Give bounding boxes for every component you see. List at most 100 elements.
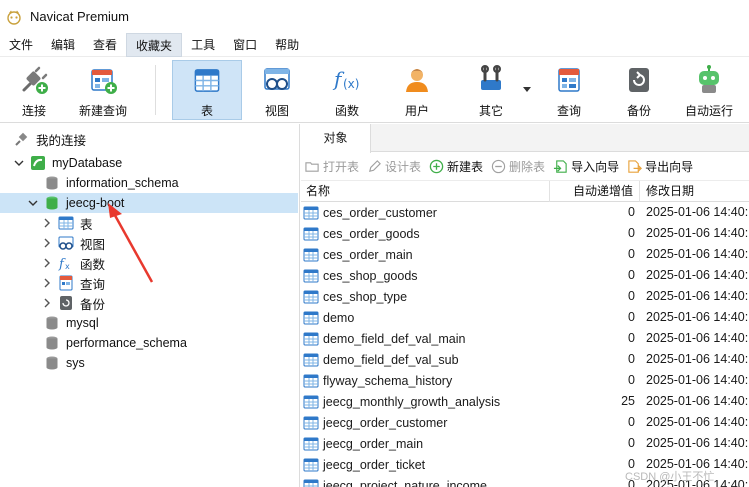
table-row[interactable]: jeecg_order_main 0 2025-01-06 14:40:: [301, 434, 749, 455]
other-button[interactable]: 其它: [466, 60, 516, 120]
tree-node-label: 备份: [80, 297, 106, 312]
chevron-right-icon: [44, 238, 50, 248]
menu-tools[interactable]: 工具: [182, 33, 224, 57]
view-icon: [58, 236, 74, 250]
tree-node-tables[interactable]: 表: [0, 213, 298, 233]
table-name-cell: demo: [303, 310, 354, 326]
database-icon: [46, 356, 58, 370]
menu-help[interactable]: 帮助: [266, 33, 308, 57]
plug-icon: [22, 66, 48, 94]
backup-button[interactable]: 备份: [614, 60, 664, 120]
new-query-button[interactable]: 新建查询: [74, 60, 132, 120]
export-wizard-button[interactable]: 导出向导: [627, 158, 693, 175]
table-row[interactable]: ces_order_customer 0 2025-01-06 14:40:: [301, 203, 749, 224]
table-icon: [303, 479, 319, 487]
tree-db-label: sys: [66, 356, 85, 370]
tree-db-label: information_schema: [66, 176, 179, 190]
view-label: 视图: [264, 104, 289, 118]
column-divider[interactable]: [549, 181, 550, 202]
tree-node-functions[interactable]: f x 函数: [0, 253, 298, 273]
table-name: jeecg_order_main: [323, 437, 424, 451]
auto-increment-cell: 0: [628, 457, 635, 471]
tools-icon: [481, 65, 501, 90]
menu-view[interactable]: 查看: [84, 33, 126, 57]
svg-text:(x): (x): [343, 77, 359, 91]
view-icon: [264, 68, 290, 90]
delete-table-button[interactable]: 删除表: [491, 158, 545, 175]
open-table-button[interactable]: 打开表: [305, 158, 359, 175]
new-table-label: 新建表: [447, 160, 484, 174]
tree-db-performance-schema[interactable]: performance_schema: [0, 333, 298, 353]
tree-root[interactable]: 我的连接: [0, 129, 298, 149]
tree-db-sys[interactable]: sys: [0, 353, 298, 373]
query-label: 查询: [556, 104, 581, 118]
tab-objects[interactable]: 对象: [301, 124, 371, 153]
user-icon: [406, 69, 428, 92]
table-button[interactable]: 表: [172, 60, 242, 120]
auto-increment-cell: 0: [628, 289, 635, 303]
function-button[interactable]: f (x) 函数: [322, 60, 372, 120]
minus-circle-icon: [491, 159, 506, 174]
main-toolbar: 连接 新建查询 表 视图 f (x) 函数 用户 其它 查询 备份 自动运行: [0, 57, 749, 123]
tree-db-information-schema[interactable]: information_schema: [0, 173, 298, 193]
menu-edit[interactable]: 编辑: [42, 33, 84, 57]
chevron-down-icon[interactable]: [523, 87, 531, 92]
new-table-button[interactable]: 新建表: [429, 158, 483, 175]
column-header-auto-increment[interactable]: 自动递增值: [573, 181, 633, 202]
table-row[interactable]: jeecg_order_customer 0 2025-01-06 14:40:: [301, 413, 749, 434]
table-name-cell: jeecg_order_ticket: [303, 457, 425, 473]
modified-date-cell: 2025-01-06 14:40:: [646, 394, 749, 408]
backup-icon: [629, 68, 649, 92]
column-header-modified[interactable]: 修改日期: [646, 181, 694, 202]
table-icon: [303, 395, 319, 409]
auto-increment-cell: 0: [628, 352, 635, 366]
connect-button[interactable]: 连接: [12, 60, 56, 120]
table-icon: [303, 374, 319, 388]
automation-button[interactable]: 自动运行: [680, 60, 738, 120]
design-table-label: 设计表: [385, 160, 422, 174]
table-row[interactable]: ces_shop_goods 0 2025-01-06 14:40:: [301, 266, 749, 287]
auto-increment-cell: 0: [628, 436, 635, 450]
table-row[interactable]: flyway_schema_history 0 2025-01-06 14:40:: [301, 371, 749, 392]
robot-icon: [699, 65, 719, 93]
chevron-right-icon: [44, 218, 50, 228]
tree-db-jeecg-boot[interactable]: jeecg-boot: [0, 193, 298, 213]
user-label: 用户: [404, 104, 429, 118]
database-icon: [46, 336, 58, 350]
connections-icon: [15, 132, 28, 146]
import-wizard-button[interactable]: 导入向导: [553, 158, 619, 175]
new-query-label: 新建查询: [78, 104, 127, 118]
table-row[interactable]: demo 0 2025-01-06 14:40:: [301, 308, 749, 329]
table-row[interactable]: ces_shop_type 0 2025-01-06 14:40:: [301, 287, 749, 308]
query-button[interactable]: 查询: [544, 60, 594, 120]
chevron-right-icon: [44, 278, 50, 288]
table-name-cell: ces_shop_goods: [303, 268, 418, 284]
tree-connection[interactable]: myDatabase: [0, 153, 298, 173]
modified-date-cell: 2025-01-06 14:40:: [646, 331, 749, 345]
table-name: jeecg_project_nature_income: [323, 479, 487, 487]
table-row[interactable]: ces_order_goods 0 2025-01-06 14:40:: [301, 224, 749, 245]
user-button[interactable]: 用户: [392, 60, 442, 120]
table-row[interactable]: demo_field_def_val_sub 0 2025-01-06 14:40:: [301, 350, 749, 371]
tree-node-backups[interactable]: 备份: [0, 293, 298, 313]
column-divider[interactable]: [639, 181, 640, 202]
table-row[interactable]: ces_order_main 0 2025-01-06 14:40:: [301, 245, 749, 266]
menu-favorites[interactable]: 收藏夹: [126, 32, 183, 57]
watermark: CSDN @小王不忙: [625, 471, 715, 483]
query-icon: [59, 275, 73, 291]
tree-db-mysql[interactable]: mysql: [0, 313, 298, 333]
tree-node-queries[interactable]: 查询: [0, 273, 298, 293]
modified-date-cell: 2025-01-06 14:40:: [646, 289, 749, 303]
table-row[interactable]: demo_field_def_val_main 0 2025-01-06 14:40…: [301, 329, 749, 350]
menu-window[interactable]: 窗口: [224, 33, 266, 57]
table-icon: [303, 227, 319, 241]
tree-node-views[interactable]: 视图: [0, 233, 298, 253]
design-table-button[interactable]: 设计表: [367, 158, 421, 175]
table-icon: [58, 216, 74, 230]
menu-file[interactable]: 文件: [0, 33, 42, 57]
view-button[interactable]: 视图: [252, 60, 302, 120]
column-header-name[interactable]: 名称: [306, 181, 330, 202]
grid-header: 名称 自动递增值 修改日期: [301, 181, 749, 202]
navicat-logo-icon: [7, 10, 21, 25]
table-row[interactable]: jeecg_monthly_growth_analysis 25 2025-01-0…: [301, 392, 749, 413]
